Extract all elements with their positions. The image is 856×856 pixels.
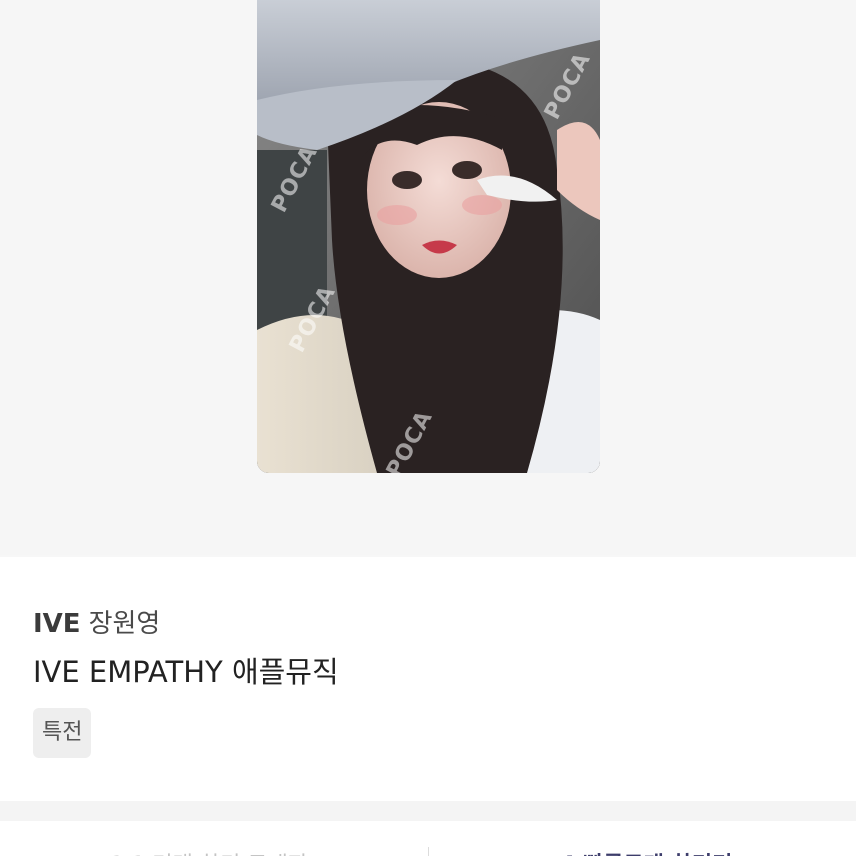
photocard-image[interactable]: POCA POCA POCA POCA xyxy=(257,0,600,473)
chat-trade-button[interactable]: 1:1 거래 하기 구매자 xyxy=(110,847,308,856)
bottom-action-bar: 1:1 거래 하기 구매자 4 빠른구매 하기기 xyxy=(0,821,856,856)
product-info: IVE 장원영 IVE EMPATHY 애플뮤직 특전 xyxy=(0,557,856,801)
artist-line: IVE 장원영 xyxy=(33,603,160,640)
photo-viewer[interactable]: POCA POCA POCA POCA xyxy=(0,0,856,555)
group-name: IVE xyxy=(33,609,81,639)
category-tag[interactable]: 특전 xyxy=(33,708,92,758)
section-divider xyxy=(0,801,856,821)
bottom-divider xyxy=(428,847,429,856)
product-title: IVE EMPATHY 애플뮤직 xyxy=(33,655,339,689)
quick-buy-button[interactable]: 4 빠른구매 하기기 xyxy=(560,847,732,856)
photocard-illustration xyxy=(257,0,600,473)
member-name: 장원영 xyxy=(88,609,161,639)
page: POCA POCA POCA POCA IVE 장원영 IVE EMPATHY 애… xyxy=(0,0,856,856)
